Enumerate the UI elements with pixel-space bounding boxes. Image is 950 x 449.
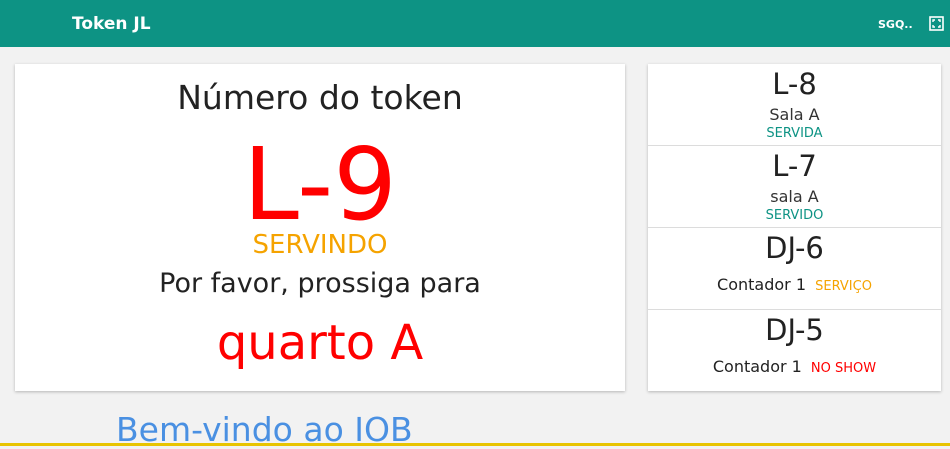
- queue-token: DJ-5: [765, 313, 824, 347]
- queue-item: DJ-5 Contador 1 NO SHOW: [648, 310, 941, 392]
- queue-item: L-7 sala A SERVIDO: [648, 146, 941, 228]
- queue-status: SERVIDO: [765, 208, 824, 223]
- queue-status: SERVIDA: [766, 126, 823, 141]
- queue-token: L-7: [772, 149, 817, 183]
- queue-list: L-8 Sala A SERVIDA L-7 sala A SERVIDO DJ…: [648, 64, 941, 391]
- queue-room: sala A: [770, 187, 819, 206]
- user-menu[interactable]: SGQ..: [878, 18, 913, 31]
- queue-item: L-8 Sala A SERVIDA: [648, 64, 941, 146]
- queue-room: Sala A: [769, 105, 820, 124]
- token-heading: Número do token: [177, 78, 463, 117]
- app-title: Token JL: [72, 14, 151, 34]
- queue-status: NO SHOW: [810, 361, 877, 376]
- proceed-message: Por favor, prossiga para: [159, 268, 481, 299]
- current-token: L-9: [243, 126, 397, 243]
- queue-item: DJ-6 Contador 1 SERVIÇO: [648, 228, 941, 310]
- fullscreen-icon[interactable]: [929, 16, 944, 31]
- current-room: quarto A: [216, 315, 424, 371]
- queue-token: DJ-6: [765, 231, 824, 265]
- queue-room: Contador 1: [712, 357, 802, 376]
- queue-token: L-8: [772, 67, 817, 101]
- current-token-card: Número do token L-9 SERVINDO Por favor, …: [15, 64, 625, 391]
- queue-room: Contador 1: [717, 275, 807, 294]
- top-bar: Token JL SGQ..: [0, 0, 950, 47]
- current-status: SERVINDO: [252, 230, 388, 260]
- queue-status: SERVIÇO: [815, 279, 872, 294]
